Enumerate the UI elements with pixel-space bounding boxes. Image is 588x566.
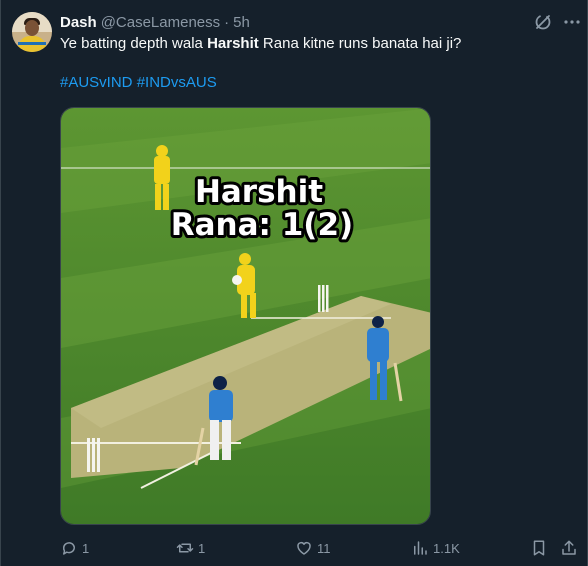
hashtags: #AUSvIND #INDvsAUS xyxy=(60,73,217,93)
repost-icon xyxy=(176,543,194,553)
tweet-media-image[interactable]: Harshit Rana: 1(2) xyxy=(60,107,431,525)
reply-count: 1 xyxy=(82,540,90,556)
hashtag-link[interactable]: #INDvsAUS xyxy=(137,74,217,91)
share-icon xyxy=(562,540,576,555)
tweet-time[interactable]: 5h xyxy=(233,14,250,31)
tweet-text-end: Rana kitne runs banata hai ji? xyxy=(258,35,462,52)
stumps-near xyxy=(87,438,100,472)
repost-button[interactable]: 1 xyxy=(176,536,205,560)
share-button[interactable] xyxy=(560,536,578,560)
like-button[interactable]: 11 xyxy=(295,536,331,560)
more-icon[interactable] xyxy=(563,12,581,32)
separator-dot: · xyxy=(224,13,230,31)
like-icon xyxy=(297,541,311,555)
tweet-text: Ye batting depth wala Harshit Rana kitne… xyxy=(60,34,461,54)
avatar[interactable] xyxy=(12,12,52,52)
like-count: 11 xyxy=(317,540,331,556)
views-count: 1.1K xyxy=(433,540,460,556)
tweet-text-bold: Harshit xyxy=(207,35,259,52)
tweet-actions: 1 1 11 1.1K xyxy=(60,536,580,560)
bookmark-icon xyxy=(533,540,545,556)
views-button[interactable]: 1.1K xyxy=(411,536,460,560)
stumps-far xyxy=(318,285,329,312)
reply-icon xyxy=(62,542,75,555)
overlay-text-line1: Harshit xyxy=(195,174,323,210)
overlay-text-line2: Rana: 1(2) xyxy=(171,207,353,243)
cricket-field-image: Harshit Rana: 1(2) xyxy=(61,108,430,524)
views-icon xyxy=(414,541,427,555)
reply-button[interactable]: 1 xyxy=(60,536,89,560)
repost-count: 1 xyxy=(198,540,206,556)
author-name[interactable]: Dash xyxy=(60,14,97,31)
tweet-text-start: Ye batting depth wala xyxy=(60,35,208,52)
hashtag-link[interactable]: #AUSvIND xyxy=(60,74,133,91)
grok-icon[interactable] xyxy=(533,12,553,32)
author-handle[interactable]: @CaseLameness xyxy=(101,14,220,31)
bookmark-button[interactable] xyxy=(530,536,548,560)
tweet-header: Dash @CaseLameness · 5h xyxy=(60,12,250,32)
tweet-card[interactable]: Dash @CaseLameness · 5h Ye batting depth… xyxy=(0,0,588,566)
